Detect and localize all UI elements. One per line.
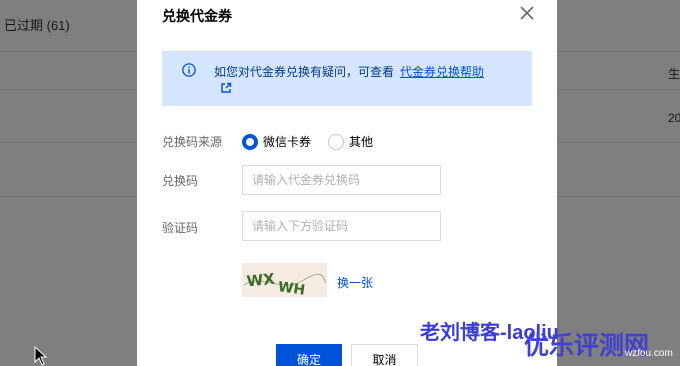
captcha-input[interactable] <box>242 211 441 241</box>
close-icon[interactable] <box>517 3 537 23</box>
code-label: 兑换码 <box>162 174 199 188</box>
source-label: 兑换码来源 <box>162 135 223 149</box>
captcha-label: 验证码 <box>162 221 199 235</box>
captcha-image[interactable]: WX WH <box>242 263 327 297</box>
help-link[interactable]: 代金券兑换帮助 <box>400 65 484 79</box>
redeem-voucher-dialog: 兑换代金券 如您对代金券兑换有疑问，可查看 代金券兑换帮助 兑换码来源 微信卡券 … <box>137 0 557 366</box>
radio-unchecked-icon[interactable] <box>328 133 344 150</box>
confirm-button[interactable]: 确定 <box>276 344 342 366</box>
dialog-title: 兑换代金券 <box>162 8 232 24</box>
info-text: 如您对代金券兑换有疑问，可查看 代金券兑换帮助 <box>214 63 484 80</box>
radio-label: 其他 <box>349 135 374 149</box>
cancel-button[interactable]: 取消 <box>351 344 418 366</box>
radio-label: 微信卡券 <box>263 135 312 149</box>
mouse-pointer-icon <box>34 346 48 366</box>
redeem-code-input[interactable] <box>242 165 441 195</box>
radio-checked-icon[interactable] <box>242 133 258 150</box>
watermark-domain: wzfou.com <box>625 348 673 359</box>
info-circle-icon <box>182 63 196 77</box>
info-message: 如您对代金券兑换有疑问，可查看 <box>214 65 395 79</box>
radio-other[interactable]: 其他 <box>328 133 373 150</box>
info-alert: 如您对代金券兑换有疑问，可查看 代金券兑换帮助 <box>162 51 532 106</box>
refresh-captcha-link[interactable]: 换一张 <box>337 274 373 291</box>
radio-wechat-card[interactable]: 微信卡券 <box>242 133 311 150</box>
external-link-icon[interactable] <box>220 82 232 94</box>
svg-text:WX: WX <box>246 270 276 291</box>
svg-text:WH: WH <box>277 279 306 297</box>
